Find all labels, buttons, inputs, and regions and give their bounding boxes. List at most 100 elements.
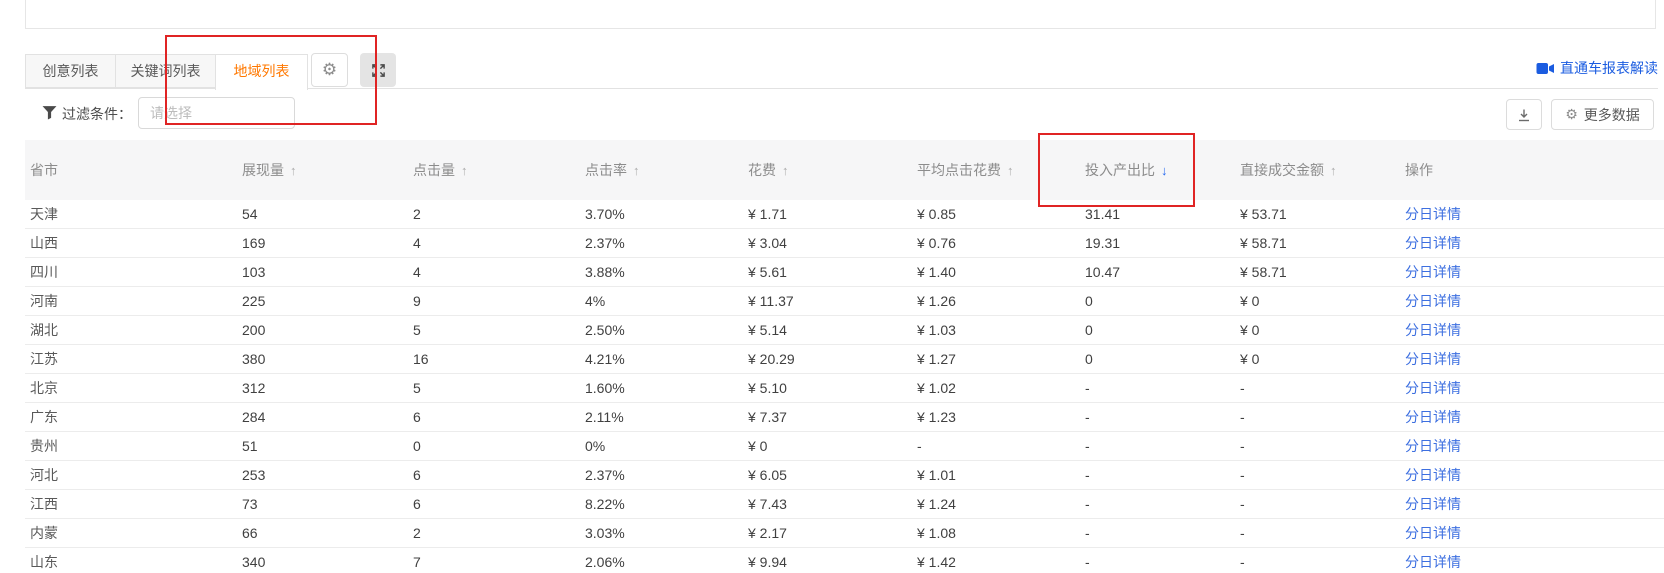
province-cell: 湖北	[30, 320, 242, 340]
value-cell: 4	[413, 235, 585, 251]
value-cell: ¥ 0.85	[917, 206, 1085, 222]
column-label: 平均点击花费	[917, 160, 1001, 180]
value-cell: ¥ 11.37	[748, 293, 917, 309]
value-cell: ¥ 0	[1240, 322, 1405, 338]
sort-asc-icon: ↑	[461, 163, 468, 178]
column-header-7[interactable]: 投入产出比↓	[1085, 160, 1240, 180]
value-cell: 4%	[585, 293, 748, 309]
column-header-4[interactable]: 点击率↑	[585, 160, 748, 180]
daily-detail-link[interactable]: 分日详情	[1405, 291, 1461, 311]
table-row: 河南22594%¥ 11.37¥ 1.260¥ 0分日详情	[25, 287, 1664, 316]
value-cell: 1.60%	[585, 380, 748, 396]
daily-detail-link[interactable]: 分日详情	[1405, 233, 1461, 253]
daily-detail-link[interactable]: 分日详情	[1405, 320, 1461, 340]
table-row: 江西7368.22%¥ 7.43¥ 1.24--分日详情	[25, 490, 1664, 519]
table-row: 河北25362.37%¥ 6.05¥ 1.01--分日详情	[25, 461, 1664, 490]
value-cell: ¥ 58.71	[1240, 235, 1405, 251]
province-cell: 江苏	[30, 349, 242, 369]
value-cell: 4	[413, 264, 585, 280]
gear-icon: ⚙	[1565, 106, 1578, 123]
value-cell: 6	[413, 496, 585, 512]
value-cell: ¥ 1.23	[917, 409, 1085, 425]
column-header-6[interactable]: 平均点击花费 ↑	[917, 160, 1085, 180]
value-cell: ¥ 1.71	[748, 206, 917, 222]
value-cell: -	[1085, 438, 1240, 454]
column-header-2[interactable]: 展现量↑	[242, 160, 413, 180]
value-cell: 2.37%	[585, 467, 748, 483]
value-cell: 0	[1085, 293, 1240, 309]
column-header-9: 操作	[1405, 160, 1664, 180]
value-cell: 7	[413, 554, 585, 570]
daily-detail-link[interactable]: 分日详情	[1405, 407, 1461, 427]
column-header-8[interactable]: 直接成交金额↑	[1240, 160, 1405, 180]
column-label: 点击量	[413, 160, 455, 180]
value-cell: 8.22%	[585, 496, 748, 512]
value-cell: -	[1240, 554, 1405, 570]
daily-detail-link[interactable]: 分日详情	[1405, 436, 1461, 456]
value-cell: 4.21%	[585, 351, 748, 367]
table-row: 江苏380164.21%¥ 20.29¥ 1.270¥ 0分日详情	[25, 345, 1664, 374]
value-cell: ¥ 5.14	[748, 322, 917, 338]
upper-panel-edge	[25, 0, 1656, 29]
value-cell: 284	[242, 409, 413, 425]
column-header-3[interactable]: 点击量 ↑	[413, 160, 585, 180]
sort-asc-icon: ↑	[1007, 163, 1014, 178]
expand-table-button[interactable]	[360, 53, 396, 87]
value-cell: -	[1240, 409, 1405, 425]
value-cell: 103	[242, 264, 413, 280]
tab-region-list[interactable]: 地域列表	[215, 54, 308, 90]
column-header-5[interactable]: 花费↑	[748, 160, 917, 180]
daily-detail-link[interactable]: 分日详情	[1405, 349, 1461, 369]
value-cell: 16	[413, 351, 585, 367]
daily-detail-link[interactable]: 分日详情	[1405, 378, 1461, 398]
column-label: 省市	[30, 160, 58, 180]
filter-label: 过滤条件：	[62, 104, 132, 124]
daily-detail-link[interactable]: 分日详情	[1405, 494, 1461, 514]
value-cell: 380	[242, 351, 413, 367]
value-cell: ¥ 1.08	[917, 525, 1085, 541]
filter-select-input[interactable]	[138, 97, 295, 129]
value-cell: ¥ 1.24	[917, 496, 1085, 512]
value-cell: ¥ 3.04	[748, 235, 917, 251]
tab-keyword-list[interactable]: 关键词列表	[115, 54, 216, 88]
gear-icon: ⚙	[322, 60, 337, 79]
value-cell: ¥ 1.03	[917, 322, 1085, 338]
value-cell: 54	[242, 206, 413, 222]
value-cell: 225	[242, 293, 413, 309]
column-settings-button[interactable]: ⚙	[311, 53, 348, 87]
column-label: 展现量	[242, 160, 284, 180]
value-cell: 5	[413, 380, 585, 396]
table-row: 湖北20052.50%¥ 5.14¥ 1.030¥ 0分日详情	[25, 316, 1664, 345]
download-button[interactable]	[1506, 99, 1542, 130]
value-cell: ¥ 2.17	[748, 525, 917, 541]
value-cell: ¥ 0	[1240, 351, 1405, 367]
table-row: 四川10343.88%¥ 5.61¥ 1.4010.47¥ 58.71分日详情	[25, 258, 1664, 287]
value-cell: ¥ 5.10	[748, 380, 917, 396]
value-cell: ¥ 9.94	[748, 554, 917, 570]
daily-detail-link[interactable]: 分日详情	[1405, 204, 1461, 224]
tab-creative-list[interactable]: 创意列表	[25, 54, 116, 88]
value-cell: 10.47	[1085, 264, 1240, 280]
sort-asc-icon: ↑	[782, 163, 789, 178]
province-cell: 北京	[30, 378, 242, 398]
daily-detail-link[interactable]: 分日详情	[1405, 262, 1461, 282]
more-data-button[interactable]: ⚙ 更多数据	[1551, 99, 1654, 130]
report-interpretation-link[interactable]: 直通车报表解读	[1536, 58, 1658, 78]
value-cell: ¥ 1.01	[917, 467, 1085, 483]
daily-detail-link[interactable]: 分日详情	[1405, 552, 1461, 572]
value-cell: ¥ 7.37	[748, 409, 917, 425]
value-cell: 5	[413, 322, 585, 338]
value-cell: -	[1085, 467, 1240, 483]
daily-detail-link[interactable]: 分日详情	[1405, 523, 1461, 543]
download-icon	[1517, 108, 1531, 122]
value-cell: 2.37%	[585, 235, 748, 251]
value-cell: ¥ 1.26	[917, 293, 1085, 309]
value-cell: ¥ 5.61	[748, 264, 917, 280]
value-cell: -	[1240, 525, 1405, 541]
daily-detail-link[interactable]: 分日详情	[1405, 465, 1461, 485]
value-cell: 2.11%	[585, 409, 748, 425]
value-cell: 31.41	[1085, 206, 1240, 222]
value-cell: 0%	[585, 438, 748, 454]
value-cell: 312	[242, 380, 413, 396]
value-cell: ¥ 0	[1240, 293, 1405, 309]
